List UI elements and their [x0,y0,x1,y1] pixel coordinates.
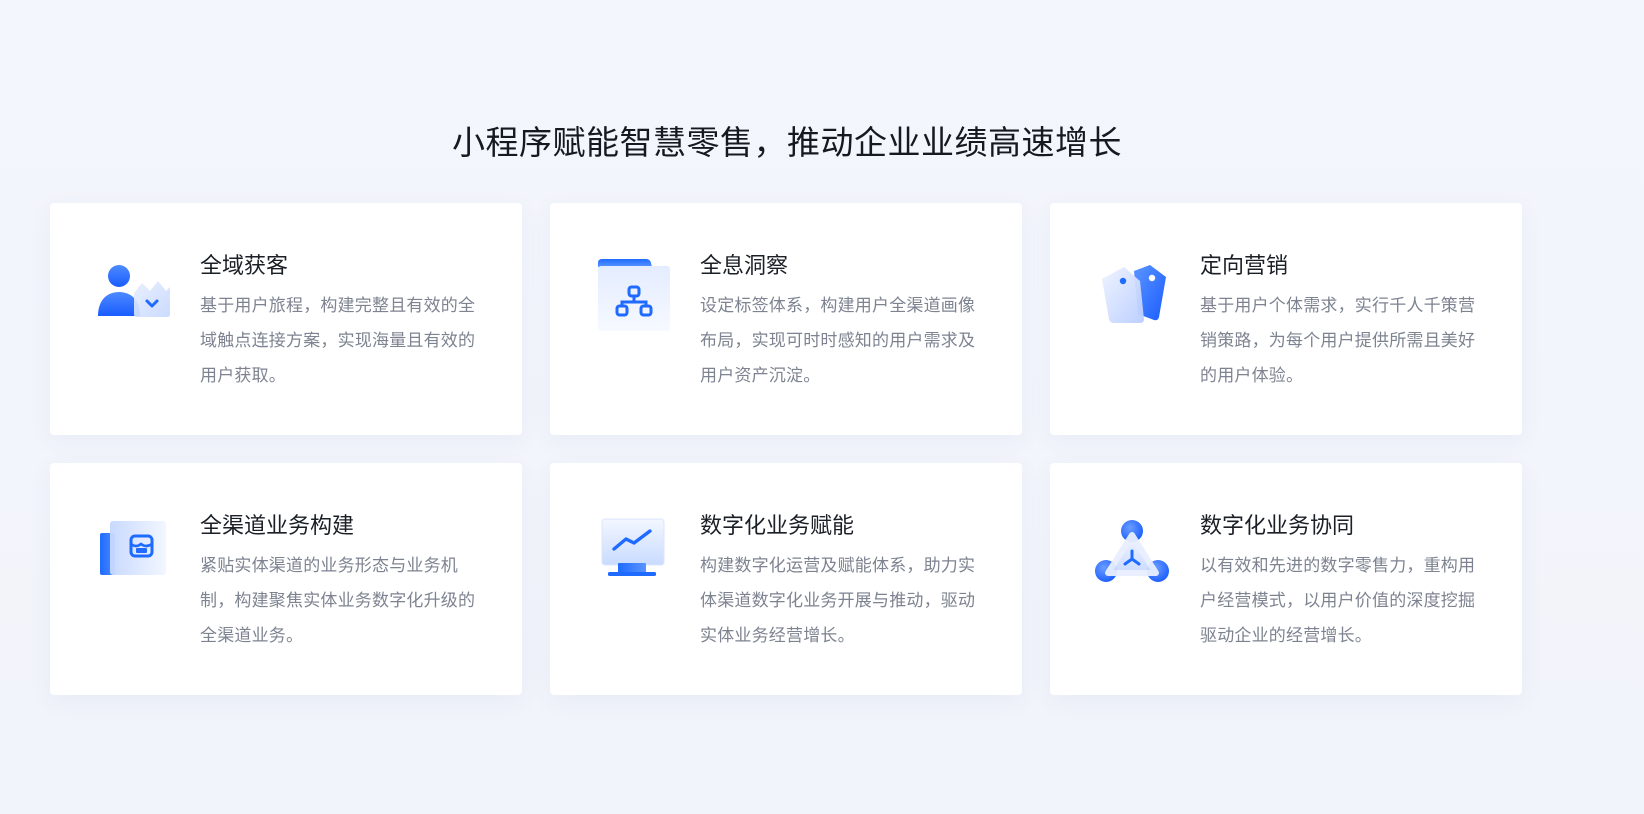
card-title: 全息洞察 [700,254,789,279]
card-description: 设定标签体系，构建用户全渠道画像布局，实现可时时感知的用户需求及用户资产沉淀。 [700,296,976,386]
card-description: 构建数字化运营及赋能体系，助力实体渠道数字化业务开展与推动，驱动实体业务经营增长… [700,556,976,646]
feature-card-targeted-marketing[interactable]: 定向营销 基于用户个体需求，实行千人千策营销策路，为每个用户提供所需且美好的用户… [1050,203,1522,435]
card-title: 全域获客 [200,254,289,279]
card-title: 全渠道业务构建 [200,514,355,539]
feature-card-holographic-insight[interactable]: 全息洞察 设定标签体系，构建用户全渠道画像布局，实现可时时感知的用户需求及用户资… [550,203,1022,435]
feature-card-digital-empowerment[interactable]: 数字化业务赋能 构建数字化运营及赋能体系，助力实体渠道数字化业务开展与推动，驱动… [550,463,1022,695]
card-title: 数字化业务协同 [1200,514,1355,539]
card-description: 以有效和先进的数字零售力，重构用户经营模式，以用户价值的深度挖掘驱动企业的经营增… [1200,556,1476,646]
collaboration-network-icon [1094,517,1174,597]
card-title: 数字化业务赋能 [700,514,855,539]
user-acquisition-icon [94,257,174,337]
card-description: 基于用户个体需求，实行千人千策营销策路，为每个用户提供所需且美好的用户体验。 [1200,296,1476,386]
feature-card-digital-collaboration[interactable]: 数字化业务协同 以有效和先进的数字零售力，重构用户经营模式，以用户价值的深度挖掘… [1050,463,1522,695]
page: 小程序赋能智慧零售，推动企业业绩高速增长 全域获客 基于用户旅程，构建完整且有效… [0,0,1644,814]
feature-card-omnichannel-acquisition[interactable]: 全域获客 基于用户旅程，构建完整且有效的全域触点连接方案，实现海量且有效的用户获… [50,203,522,435]
card-title: 定向营销 [1200,254,1289,279]
price-tag-icon [1094,257,1174,337]
monitor-trend-icon [594,517,674,597]
feature-card-omnichannel-business[interactable]: 全渠道业务构建 紧贴实体渠道的业务形态与业务机制，构建聚焦实体业务数字化升级的全… [50,463,522,695]
storefront-icon [94,517,174,597]
section-heading: 小程序赋能智慧零售，推动企业业绩高速增长 [452,123,1122,163]
org-chart-insight-icon [594,257,674,337]
card-description: 基于用户旅程，构建完整且有效的全域触点连接方案，实现海量且有效的用户获取。 [200,296,476,386]
card-description: 紧贴实体渠道的业务形态与业务机制，构建聚焦实体业务数字化升级的全渠道业务。 [200,556,476,646]
